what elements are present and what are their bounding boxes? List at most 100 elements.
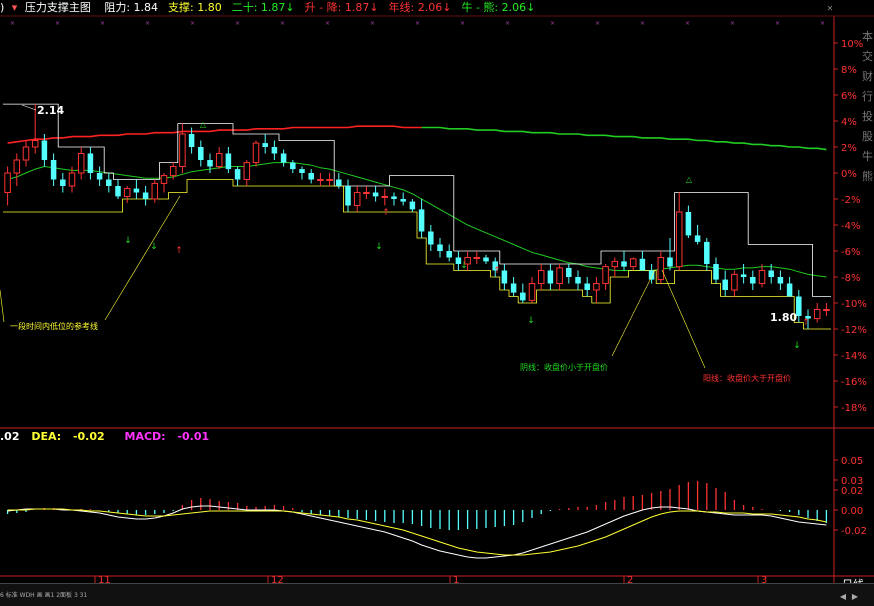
candle-up <box>179 133 186 167</box>
candle-up <box>813 309 821 320</box>
price-tick-label: -4% <box>841 221 860 232</box>
price-panel: ↓ ↓ ↑ ↓ ↑ ↓ ↑ ↓ ↑ ↓ △ △ <box>0 103 831 369</box>
candle-up <box>317 179 324 181</box>
candle-down <box>621 261 627 267</box>
candle-down <box>409 201 416 210</box>
candle-down <box>60 179 66 186</box>
top-marker: × <box>325 20 330 27</box>
candle-up <box>657 257 665 281</box>
candle-down <box>713 264 719 280</box>
yin-line-annotation: 阴线：收盘价小于开盘价 <box>520 363 608 372</box>
side-tab-label: 财 <box>862 69 873 83</box>
high-pointer <box>21 104 37 111</box>
dif-line <box>7 505 827 559</box>
candle-down <box>207 160 213 167</box>
buy-arrow-icon: ↑ <box>382 208 390 218</box>
candle-down <box>418 209 425 232</box>
dea-line <box>7 508 827 556</box>
sell-arrow-icon: ↓ <box>527 316 535 326</box>
candle-down <box>704 241 710 264</box>
candle-up <box>758 270 766 284</box>
dif-value: .02 <box>0 430 20 443</box>
candle-down <box>345 186 351 206</box>
candle-down <box>225 153 232 170</box>
macd-value: -0.01 <box>177 430 210 443</box>
stock-chart[interactable]: × × × × × × × × × × × × × × × × × × × ↓ ↓ ↑ ↓ ↑ ↓ ↑ ↓ ↑ ↓ △ △ 10% 8% 6%… <box>0 0 874 605</box>
top-marker: × <box>505 20 510 27</box>
price-tick-label: -6% <box>841 247 860 258</box>
scroll-right-icon[interactable]: ▶ <box>850 592 860 602</box>
candle-down <box>428 231 434 245</box>
candle-down <box>777 277 784 284</box>
reference-pointer <box>104 195 181 321</box>
candle-down <box>446 251 452 258</box>
sell-arrow-icon: ↓ <box>793 341 801 351</box>
candle-up <box>4 172 11 193</box>
candle-up <box>823 309 830 311</box>
candle-down <box>271 147 278 154</box>
macd-tick-label: 0.00 <box>841 506 863 517</box>
candle-up <box>123 188 131 197</box>
candle-up <box>13 159 21 174</box>
status-strip: 6 标准 WDH 画 画1 2面板 3 31 <box>0 592 88 599</box>
candle-down <box>234 169 241 180</box>
price-tick-label: 6% <box>841 91 857 102</box>
sell-arrow-icon: ↓ <box>124 236 132 246</box>
candle-down <box>722 279 728 290</box>
scroll-left-icon[interactable]: ◀ <box>838 592 848 602</box>
top-marker: × <box>100 20 105 27</box>
candle-up <box>243 162 251 181</box>
close-icon[interactable]: ✕ <box>825 4 835 14</box>
side-tab-label: 股 <box>862 130 873 143</box>
candle-down <box>96 173 103 180</box>
top-marker: × <box>235 20 240 27</box>
candle-up <box>528 283 536 301</box>
sell-arrow-icon: ↓ <box>375 242 383 252</box>
candle-up <box>31 140 39 148</box>
macd-header: .02 DEA: -0.02 MACD: -0.01 <box>0 429 874 445</box>
macd-label-text: MACD: <box>124 430 166 443</box>
candle-down <box>547 270 554 284</box>
candle-down <box>740 274 747 277</box>
yang-pointer <box>661 269 706 369</box>
candle-down <box>694 235 701 242</box>
candle-up <box>731 273 738 291</box>
candle-up <box>537 270 545 284</box>
bottom-toolbar <box>0 583 874 606</box>
candle-down <box>391 196 397 199</box>
sell-arrow-icon: ↓ <box>150 242 158 252</box>
top-marker: × <box>10 20 15 27</box>
price-tick-label: -12% <box>841 325 867 336</box>
low-price-label: 1.80 <box>770 311 798 324</box>
macd-label: MACD: -0.01 <box>125 430 218 443</box>
top-marker: × <box>775 20 780 27</box>
side-tab-label: 本 <box>862 29 873 43</box>
top-marker: × <box>595 20 600 27</box>
top-marker: × <box>415 20 420 27</box>
side-tab-label: 交 <box>862 49 873 63</box>
buy-arrow-icon: ↑ <box>175 246 183 256</box>
year-line-up <box>7 125 422 144</box>
candle-down <box>106 179 112 186</box>
candle-down <box>648 270 655 280</box>
candle-up <box>353 192 361 206</box>
macd-tick-label: 0.02 <box>841 486 863 497</box>
dea-label: DEA: -0.02 <box>31 430 112 443</box>
high-price-label: 2.14 <box>37 104 65 117</box>
macd-tick-label: 0.05 <box>841 456 863 467</box>
candle-up <box>381 195 389 198</box>
candle-down <box>584 283 590 290</box>
top-marker: × <box>685 20 690 27</box>
candle-down <box>750 277 756 284</box>
candle-up <box>77 153 85 174</box>
candle-up <box>326 179 333 181</box>
price-tick-label: -16% <box>841 377 867 388</box>
candle-down <box>299 169 305 173</box>
candle-up <box>22 146 30 161</box>
side-tab-label: 熊 <box>862 169 873 183</box>
peak-marker-icon: △ <box>686 175 693 184</box>
candle-down <box>41 140 48 160</box>
price-tick-label: 4% <box>841 117 857 128</box>
candle-down <box>483 257 489 262</box>
candle-down <box>142 192 149 199</box>
